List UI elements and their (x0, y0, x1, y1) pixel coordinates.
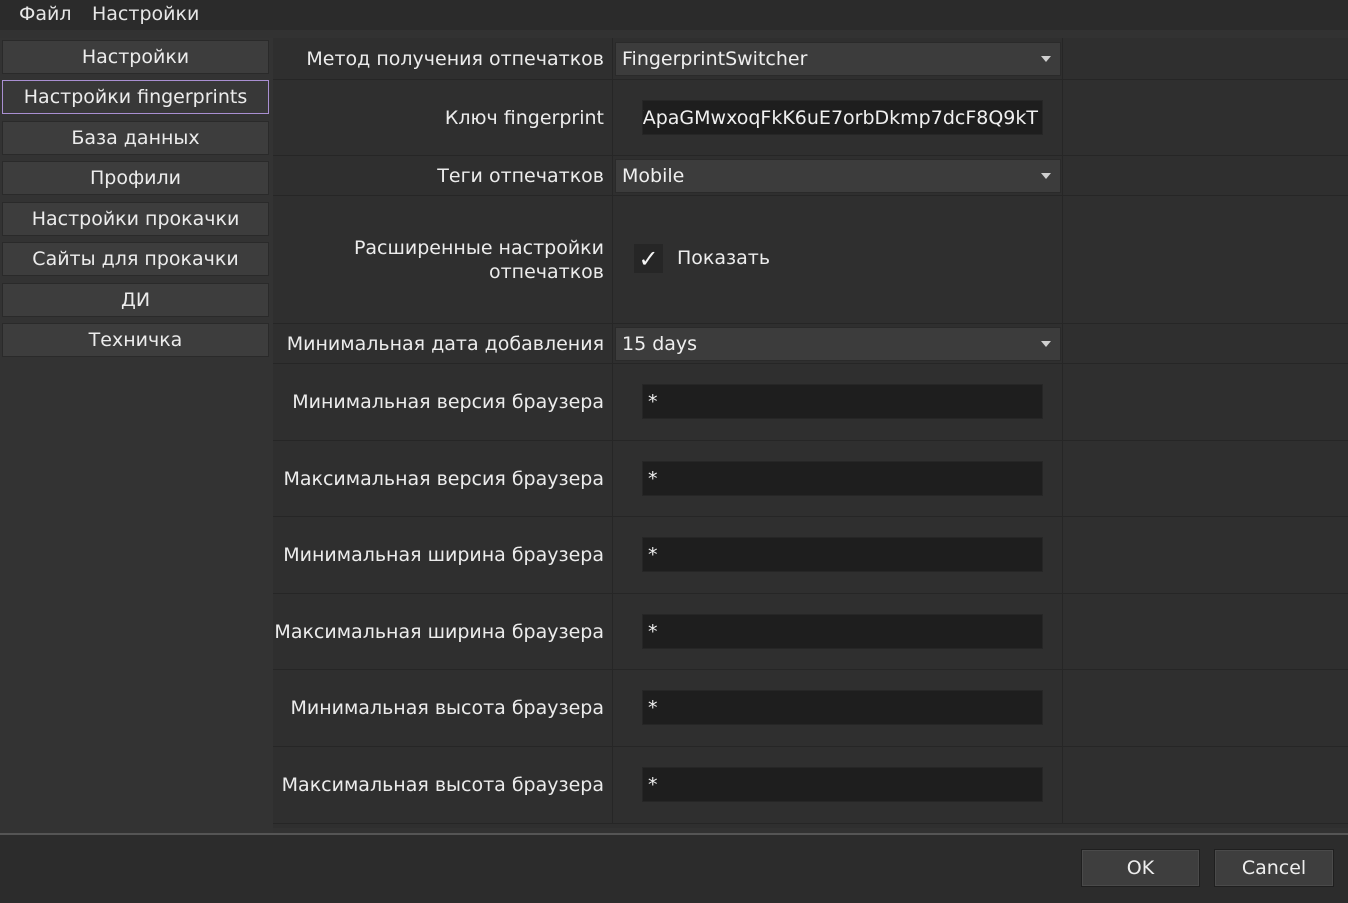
ok-button[interactable]: OK (1081, 849, 1200, 887)
min-browser-version-value: * (648, 391, 658, 413)
sidebar-item-fingerprints-settings[interactable]: Настройки fingerprints (2, 80, 269, 114)
max-browser-width-value: * (648, 621, 658, 643)
form-row-tags: Теги отпечатков Mobile (273, 156, 1348, 196)
max-browser-width-input[interactable]: * (642, 614, 1043, 649)
sidebar-item-profiles[interactable]: Профили (2, 161, 269, 195)
chevron-down-icon (1041, 173, 1051, 179)
method-label: Метод получения отпечатков (306, 47, 604, 70)
dialog-button-bar: OK Cancel (0, 833, 1348, 903)
menu-settings[interactable]: Настройки (92, 3, 199, 25)
method-dropdown[interactable]: FingerprintSwitcher (615, 42, 1061, 76)
max-browser-height-value: * (648, 774, 658, 796)
sidebar-item-pumping-sites[interactable]: Сайты для прокачки (2, 242, 269, 276)
max-browser-height-input[interactable]: * (642, 767, 1043, 802)
max-browser-height-label: Максимальная высота браузера (281, 774, 604, 796)
method-value: FingerprintSwitcher (622, 48, 808, 70)
advanced-checkbox[interactable]: ✓ (634, 244, 663, 273)
max-browser-version-value: * (648, 468, 658, 490)
form-row-min-browser-height: Минимальная высота браузера * (273, 670, 1348, 747)
advanced-checkbox-label[interactable]: Показать (677, 247, 770, 269)
tags-label: Теги отпечатков (437, 164, 604, 187)
min-browser-width-label: Минимальная ширина браузера (283, 544, 604, 566)
checkmark-icon: ✓ (638, 244, 659, 273)
max-browser-version-input[interactable]: * (642, 461, 1043, 496)
tags-value: Mobile (622, 165, 685, 187)
form-row-max-browser-height: Максимальная высота браузера * (273, 747, 1348, 824)
min-browser-height-label: Минимальная высота браузера (290, 697, 604, 719)
form-row-min-browser-width: Минимальная ширина браузера * (273, 517, 1348, 594)
menu-bar: Файл Настройки (0, 0, 1348, 30)
sidebar-item-di[interactable]: ДИ (2, 283, 269, 317)
min-date-value: 15 days (622, 333, 698, 355)
form-row-min-date: Минимальная дата добавления 15 days (273, 324, 1348, 364)
min-browser-height-value: * (648, 697, 658, 719)
menu-file[interactable]: Файл (19, 3, 72, 25)
form-row-advanced: Расширенные настройки отпечатков ✓ Показ… (273, 196, 1348, 324)
form-row-min-browser-version: Минимальная версия браузера * (273, 364, 1348, 441)
advanced-label: Расширенные настройки отпечатков (353, 236, 604, 283)
form-row-method: Метод получения отпечатков FingerprintSw… (273, 38, 1348, 80)
form-row-max-browser-width: Максимальная ширина браузера * (273, 594, 1348, 670)
min-browser-version-input[interactable]: * (642, 384, 1043, 419)
min-browser-version-label: Минимальная версия браузера (292, 391, 604, 413)
min-browser-width-input[interactable]: * (642, 537, 1043, 572)
tags-dropdown[interactable]: Mobile (615, 159, 1061, 193)
key-label: Ключ fingerprint (444, 106, 604, 129)
key-input[interactable]: WaWApaGMwxoqFkK6uE7orbDkmp7dcF8Q9kT (642, 100, 1043, 135)
key-value: WaWApaGMwxoqFkK6uE7orbDkmp7dcF8Q9kT (642, 106, 1038, 129)
sidebar-item-pumping-settings[interactable]: Настройки прокачки (2, 202, 269, 236)
min-date-label: Минимальная дата добавления (286, 332, 604, 355)
min-browser-width-value: * (648, 544, 658, 566)
sidebar-item-settings[interactable]: Настройки (2, 40, 269, 74)
form-row-key: Ключ fingerprint WaWApaGMwxoqFkK6uE7orbD… (273, 80, 1348, 156)
settings-form: Метод получения отпечатков FingerprintSw… (273, 38, 1348, 828)
form-row-max-browser-version: Максимальная версия браузера * (273, 441, 1348, 517)
chevron-down-icon (1041, 341, 1051, 347)
cancel-button[interactable]: Cancel (1214, 849, 1334, 887)
min-date-dropdown[interactable]: 15 days (615, 327, 1061, 361)
min-browser-height-input[interactable]: * (642, 690, 1043, 725)
sidebar: Настройки Настройки fingerprints База да… (0, 38, 273, 833)
chevron-down-icon (1041, 56, 1051, 62)
sidebar-item-database[interactable]: База данных (2, 121, 269, 155)
max-browser-version-label: Максимальная версия браузера (283, 467, 604, 490)
max-browser-width-label: Максимальная ширина браузера (274, 620, 604, 643)
sidebar-item-technical[interactable]: Техничка (2, 323, 269, 357)
